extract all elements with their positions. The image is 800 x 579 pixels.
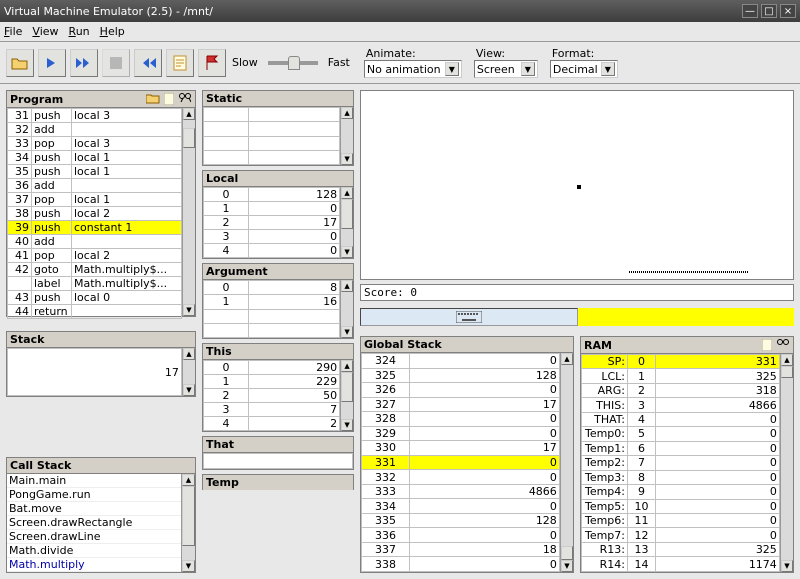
dropdown-arrow-icon: ▼ [601,62,615,76]
rewind-icon[interactable] [134,49,162,77]
file-icon[interactable] [760,338,774,352]
callstack-item[interactable]: Bat.move [7,502,181,516]
script-icon[interactable] [166,49,194,77]
static-table[interactable] [203,107,340,165]
program-scrollbar[interactable]: ▲▼ [182,108,195,316]
stack-title: Stack [6,331,196,347]
callstack-item[interactable]: PongGame.run [7,488,181,502]
local-scrollbar[interactable]: ▲▼ [340,187,353,258]
score-text: Score: 0 [360,284,794,301]
step-icon[interactable] [38,49,66,77]
argument-table[interactable]: 08116 [203,280,340,338]
this-table[interactable]: 029012292503742 [203,360,340,431]
local-title: Local [202,170,354,186]
search-icon[interactable] [178,92,192,106]
ram-table[interactable]: SP:0331LCL:1325ARG:2318THIS:34866THAT:40… [581,354,780,572]
globalstack-scrollbar[interactable]: ▲▼ [560,353,573,572]
window-title: Virtual Machine Emulator (2.5) - /mnt/ [4,5,739,18]
ram-title: RAM [580,336,794,353]
static-scrollbar[interactable]: ▲▼ [340,107,353,165]
that-table[interactable] [203,453,353,469]
menu-view[interactable]: View [32,25,58,38]
temp-title: Temp [202,474,354,490]
file-icon[interactable] [162,92,176,106]
this-title: This [202,343,354,359]
callstack-item[interactable]: Screen.drawLine [7,530,181,544]
screen-view [360,90,794,280]
close-button[interactable]: × [780,4,796,18]
dropdown-arrow-icon: ▼ [445,62,459,76]
callstack-item[interactable]: Screen.drawRectangle [7,516,181,530]
this-scrollbar[interactable]: ▲▼ [340,360,353,431]
argument-scrollbar[interactable]: ▲▼ [340,280,353,338]
stop-icon[interactable] [102,49,130,77]
search-icon[interactable] [776,338,790,352]
animate-label: Animate: [366,47,460,60]
dropdown-arrow-icon: ▼ [521,62,535,76]
toolbar: Slow Fast Animate: No animation▼ View: S… [0,42,800,84]
folder-icon[interactable] [146,92,160,106]
fast-forward-icon[interactable] [70,49,98,77]
open-icon[interactable] [6,49,34,77]
format-select[interactable]: Decimal▼ [550,60,618,78]
menu-file[interactable]: File [4,25,22,38]
minimize-button[interactable]: — [742,4,758,18]
callstack-item[interactable]: Math.multiply [7,558,181,572]
title-bar: Virtual Machine Emulator (2.5) - /mnt/ —… [0,0,800,22]
callstack-scrollbar[interactable]: ▲▼ [181,474,195,572]
globalstack-table[interactable]: 3240325128326032717328032903301733103320… [361,353,560,572]
that-title: That [202,436,354,452]
keyboard-icon[interactable] [360,308,578,326]
menu-bar: File View Run Help [0,22,800,42]
stack-table[interactable]: 17 [7,348,182,396]
callstack-item[interactable]: Math.divide [7,544,181,558]
globalstack-title: Global Stack [360,336,574,352]
maximize-button[interactable]: □ [761,4,777,18]
callstack-item[interactable]: Main.main [7,474,181,488]
argument-title: Argument [202,263,354,279]
callstack-list[interactable]: Main.mainPongGame.runBat.moveScreen.draw… [7,474,181,572]
format-label: Format: [552,47,616,60]
local-table[interactable]: 0128102173040 [203,187,340,258]
menu-help[interactable]: Help [100,25,125,38]
program-title: Program [6,90,196,107]
static-title: Static [202,90,354,106]
keyboard-bar [360,308,794,326]
keyboard-input[interactable] [578,308,794,326]
view-label: View: [476,47,536,60]
callstack-title: Call Stack [6,457,196,473]
menu-run[interactable]: Run [69,25,90,38]
program-table[interactable]: 31pushlocal 332add33poplocal 334pushloca… [7,108,182,319]
view-select[interactable]: Screen▼ [474,60,538,78]
flag-icon[interactable] [198,49,226,77]
speed-slider[interactable] [268,61,318,65]
stack-scrollbar[interactable]: ▲▼ [182,348,195,396]
fast-label: Fast [328,56,350,69]
slow-label: Slow [232,56,258,69]
animate-select[interactable]: No animation▼ [364,60,462,78]
ram-scrollbar[interactable]: ▲▼ [780,354,793,572]
